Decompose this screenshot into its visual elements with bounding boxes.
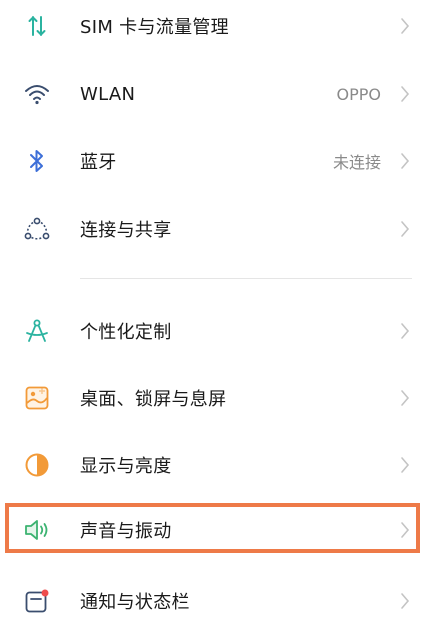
wifi-icon [22, 79, 52, 109]
bluetooth-icon [22, 146, 52, 176]
settings-item-label: 声音与振动 [80, 521, 172, 542]
settings-item-bluetooth[interactable]: 蓝牙 未连接 [0, 129, 428, 193]
sound-icon [22, 515, 52, 545]
settings-item-label: 通知与状态栏 [80, 592, 190, 613]
settings-item-sound[interactable]: 声音与振动 [0, 498, 428, 562]
settings-item-notifications[interactable]: 通知与状态栏 [0, 569, 428, 633]
settings-item-connection-sharing[interactable]: 连接与共享 [0, 197, 428, 261]
settings-item-label: 显示与亮度 [80, 456, 172, 477]
settings-item-personalization[interactable]: 个性化定制 [0, 299, 428, 363]
section-divider [80, 278, 412, 279]
wallpaper-icon [22, 383, 52, 413]
chevron-right-icon [398, 151, 412, 171]
notification-icon [22, 586, 52, 616]
chevron-right-icon [398, 84, 412, 104]
bluetooth-status: 未连接 [332, 153, 381, 172]
settings-item-label: 桌面、锁屏与息屏 [80, 389, 227, 410]
settings-item-label: WLAN [80, 83, 136, 105]
sim-data-icon [22, 11, 52, 41]
settings-item-label: 个性化定制 [80, 322, 172, 343]
settings-item-label: 连接与共享 [80, 220, 172, 241]
settings-item-label: SIM 卡与流量管理 [80, 17, 229, 38]
brightness-icon [22, 450, 52, 480]
chevron-right-icon [398, 591, 412, 611]
personalize-icon [22, 316, 52, 346]
share-connect-icon [22, 214, 52, 244]
chevron-right-icon [398, 321, 412, 341]
settings-item-display[interactable]: 显示与亮度 [0, 433, 428, 497]
chevron-right-icon [398, 520, 412, 540]
settings-item-wallpaper[interactable]: 桌面、锁屏与息屏 [0, 366, 428, 430]
wlan-network-name: OPPO [336, 84, 381, 104]
chevron-right-icon [398, 455, 412, 475]
settings-item-wlan[interactable]: WLAN OPPO [0, 62, 428, 126]
chevron-right-icon [398, 219, 412, 239]
settings-item-sim[interactable]: SIM 卡与流量管理 [0, 0, 428, 58]
chevron-right-icon [398, 16, 412, 36]
chevron-right-icon [398, 388, 412, 408]
settings-item-label: 蓝牙 [80, 152, 117, 173]
